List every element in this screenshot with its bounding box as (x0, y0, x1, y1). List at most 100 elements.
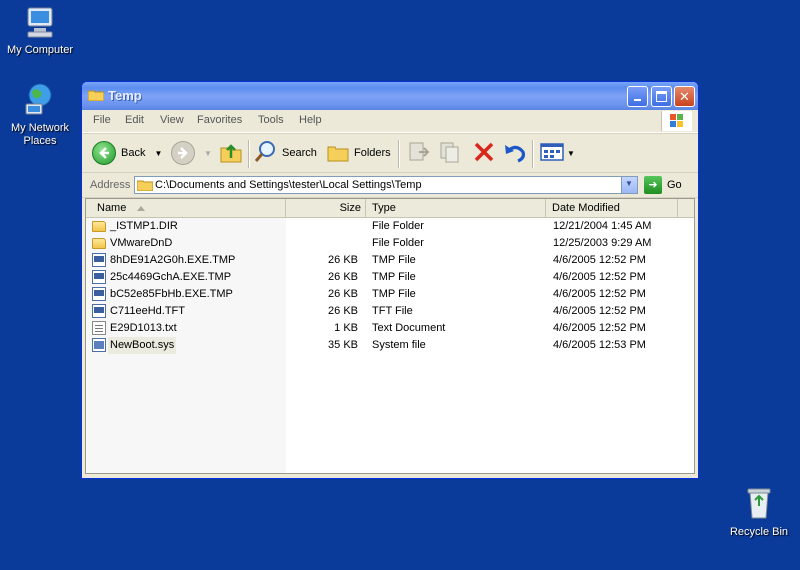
column-header-date-label: Date Modified (552, 202, 620, 214)
file-type: Text Document (372, 322, 446, 334)
back-arrow-icon (92, 141, 116, 165)
desktop-icon-label: Recycle Bin (729, 526, 789, 538)
views-dropdown-icon[interactable]: ▼ (567, 149, 575, 158)
minimize-icon (634, 99, 641, 101)
file-type: TMP File (372, 254, 416, 266)
back-label: Back (121, 147, 146, 159)
menu-help[interactable]: Help (299, 114, 322, 126)
file-date: 12/21/2004 1:45 AM (553, 220, 652, 232)
go-arrow-icon: ➜ (644, 176, 662, 194)
address-bar: Address C:\Documents and Settings\tester… (82, 173, 698, 198)
column-headers: Name Size Type Date Modified (86, 199, 694, 218)
close-button[interactable]: ✕ (674, 86, 695, 107)
file-name: C711eeHd.TFT (110, 305, 185, 317)
file-row[interactable]: NewBoot.sys 35 KB System file 4/6/2005 1… (86, 337, 694, 354)
file-row[interactable]: VMwareDnD File Folder 12/25/2003 9:29 AM (86, 235, 694, 252)
column-header-type-label: Type (372, 202, 396, 214)
file-name: _ISTMP1.DIR (110, 220, 178, 232)
file-size: 26 KB (328, 254, 358, 266)
back-dropdown-icon[interactable]: ▼ (154, 149, 162, 158)
column-header-name[interactable]: Name (86, 199, 286, 217)
menu-favorites[interactable]: Favorites (197, 114, 242, 126)
file-name: 8hDE91A2G0h.EXE.TMP (110, 254, 236, 266)
folders-icon (326, 140, 350, 167)
file-name: VMwareDnD (110, 237, 173, 249)
file-date: 4/6/2005 12:53 PM (553, 339, 646, 351)
column-header-type[interactable]: Type (366, 199, 546, 217)
move-to-icon (407, 140, 431, 167)
file-date: 4/6/2005 12:52 PM (553, 254, 646, 266)
title-bar[interactable]: Temp ✕ (82, 82, 698, 110)
file-icon (92, 304, 106, 318)
delete-button[interactable] (472, 140, 496, 166)
views-button[interactable]: ▼ (540, 140, 575, 166)
column-header-date-modified[interactable]: Date Modified (546, 199, 678, 217)
forward-arrow-icon (171, 141, 195, 165)
folder-icon (87, 89, 105, 102)
file-size: 26 KB (328, 288, 358, 300)
menu-file[interactable]: File (93, 114, 111, 126)
sort-ascending-icon (137, 205, 146, 211)
toolbar-separator (532, 140, 534, 168)
file-type: File Folder (372, 220, 424, 232)
file-row[interactable]: E29D1013.txt 1 KB Text Document 4/6/2005… (86, 320, 694, 337)
folders-button[interactable]: Folders (326, 140, 391, 166)
menu-view[interactable]: View (160, 114, 184, 126)
file-type: TMP File (372, 288, 416, 300)
file-name: 25c4469GchA.EXE.TMP (110, 271, 232, 283)
up-folder-button[interactable] (219, 140, 243, 166)
file-type: TMP File (372, 271, 416, 283)
address-label: Address (90, 179, 131, 191)
text-file-icon (92, 321, 106, 335)
file-row[interactable]: bC52e85FbHb.EXE.TMP 26 KB TMP File 4/6/2… (86, 286, 694, 303)
toolbar-separator (398, 140, 400, 168)
search-button[interactable]: Search (254, 140, 317, 166)
file-list[interactable]: Name Size Type Date Modified _ISTMP1.DIR… (85, 198, 695, 474)
address-dropdown-button[interactable]: ▼ (621, 177, 637, 193)
go-button[interactable]: ➜ Go (644, 176, 682, 194)
desktop-icon-recycle-bin[interactable]: Recycle Bin (719, 486, 799, 539)
file-type: TFT File (372, 305, 413, 317)
file-type: System file (372, 339, 426, 351)
file-name: E29D1013.txt (110, 322, 177, 334)
file-row[interactable]: 8hDE91A2G0h.EXE.TMP 26 KB TMP File 4/6/2… (86, 252, 694, 269)
maximize-button[interactable] (651, 86, 672, 107)
file-row[interactable]: _ISTMP1.DIR File Folder 12/21/2004 1:45 … (86, 218, 694, 235)
move-to-button[interactable] (407, 140, 431, 166)
file-date: 4/6/2005 12:52 PM (553, 305, 646, 317)
file-date: 4/6/2005 12:52 PM (553, 271, 646, 283)
forward-button[interactable]: ▼ (171, 140, 212, 166)
file-row[interactable]: C711eeHd.TFT 26 KB TFT File 4/6/2005 12:… (86, 303, 694, 320)
file-icon (92, 270, 106, 284)
folder-icon (136, 179, 154, 194)
back-button[interactable]: Back ▼ (92, 140, 162, 166)
copy-to-button[interactable] (438, 140, 462, 166)
toolbar-separator (248, 140, 250, 168)
file-row[interactable]: 25c4469GchA.EXE.TMP 26 KB TMP File 4/6/2… (86, 269, 694, 286)
file-name: bC52e85FbHb.EXE.TMP (110, 288, 233, 300)
address-path: C:\Documents and Settings\tester\Local S… (155, 179, 422, 191)
forward-dropdown-icon[interactable]: ▼ (204, 149, 212, 158)
system-file-icon (92, 338, 106, 352)
file-icon (92, 287, 106, 301)
column-header-size[interactable]: Size (286, 199, 366, 217)
desktop-icon-my-network-places[interactable]: My Network Places (0, 82, 80, 148)
undo-icon (503, 140, 527, 167)
file-type: File Folder (372, 237, 424, 249)
column-header-size-label: Size (339, 202, 361, 214)
folder-icon (92, 221, 106, 232)
desktop-icon-my-computer[interactable]: My Computer (0, 4, 80, 57)
menu-tools[interactable]: Tools (258, 114, 284, 126)
delete-icon (472, 140, 496, 167)
window-title: Temp (108, 88, 142, 103)
file-date: 12/25/2003 9:29 AM (553, 237, 652, 249)
minimize-button[interactable] (627, 86, 648, 107)
address-field[interactable]: C:\Documents and Settings\tester\Local S… (134, 176, 638, 194)
desktop-icon-label: My Network Places (10, 122, 70, 147)
file-size: 26 KB (328, 305, 358, 317)
menu-edit[interactable]: Edit (125, 114, 144, 126)
undo-button[interactable] (503, 140, 527, 166)
chevron-down-icon: ▼ (625, 179, 633, 188)
toolbar: Back ▼ ▼ Search Folders ▼ (82, 133, 698, 173)
file-date: 4/6/2005 12:52 PM (553, 288, 646, 300)
